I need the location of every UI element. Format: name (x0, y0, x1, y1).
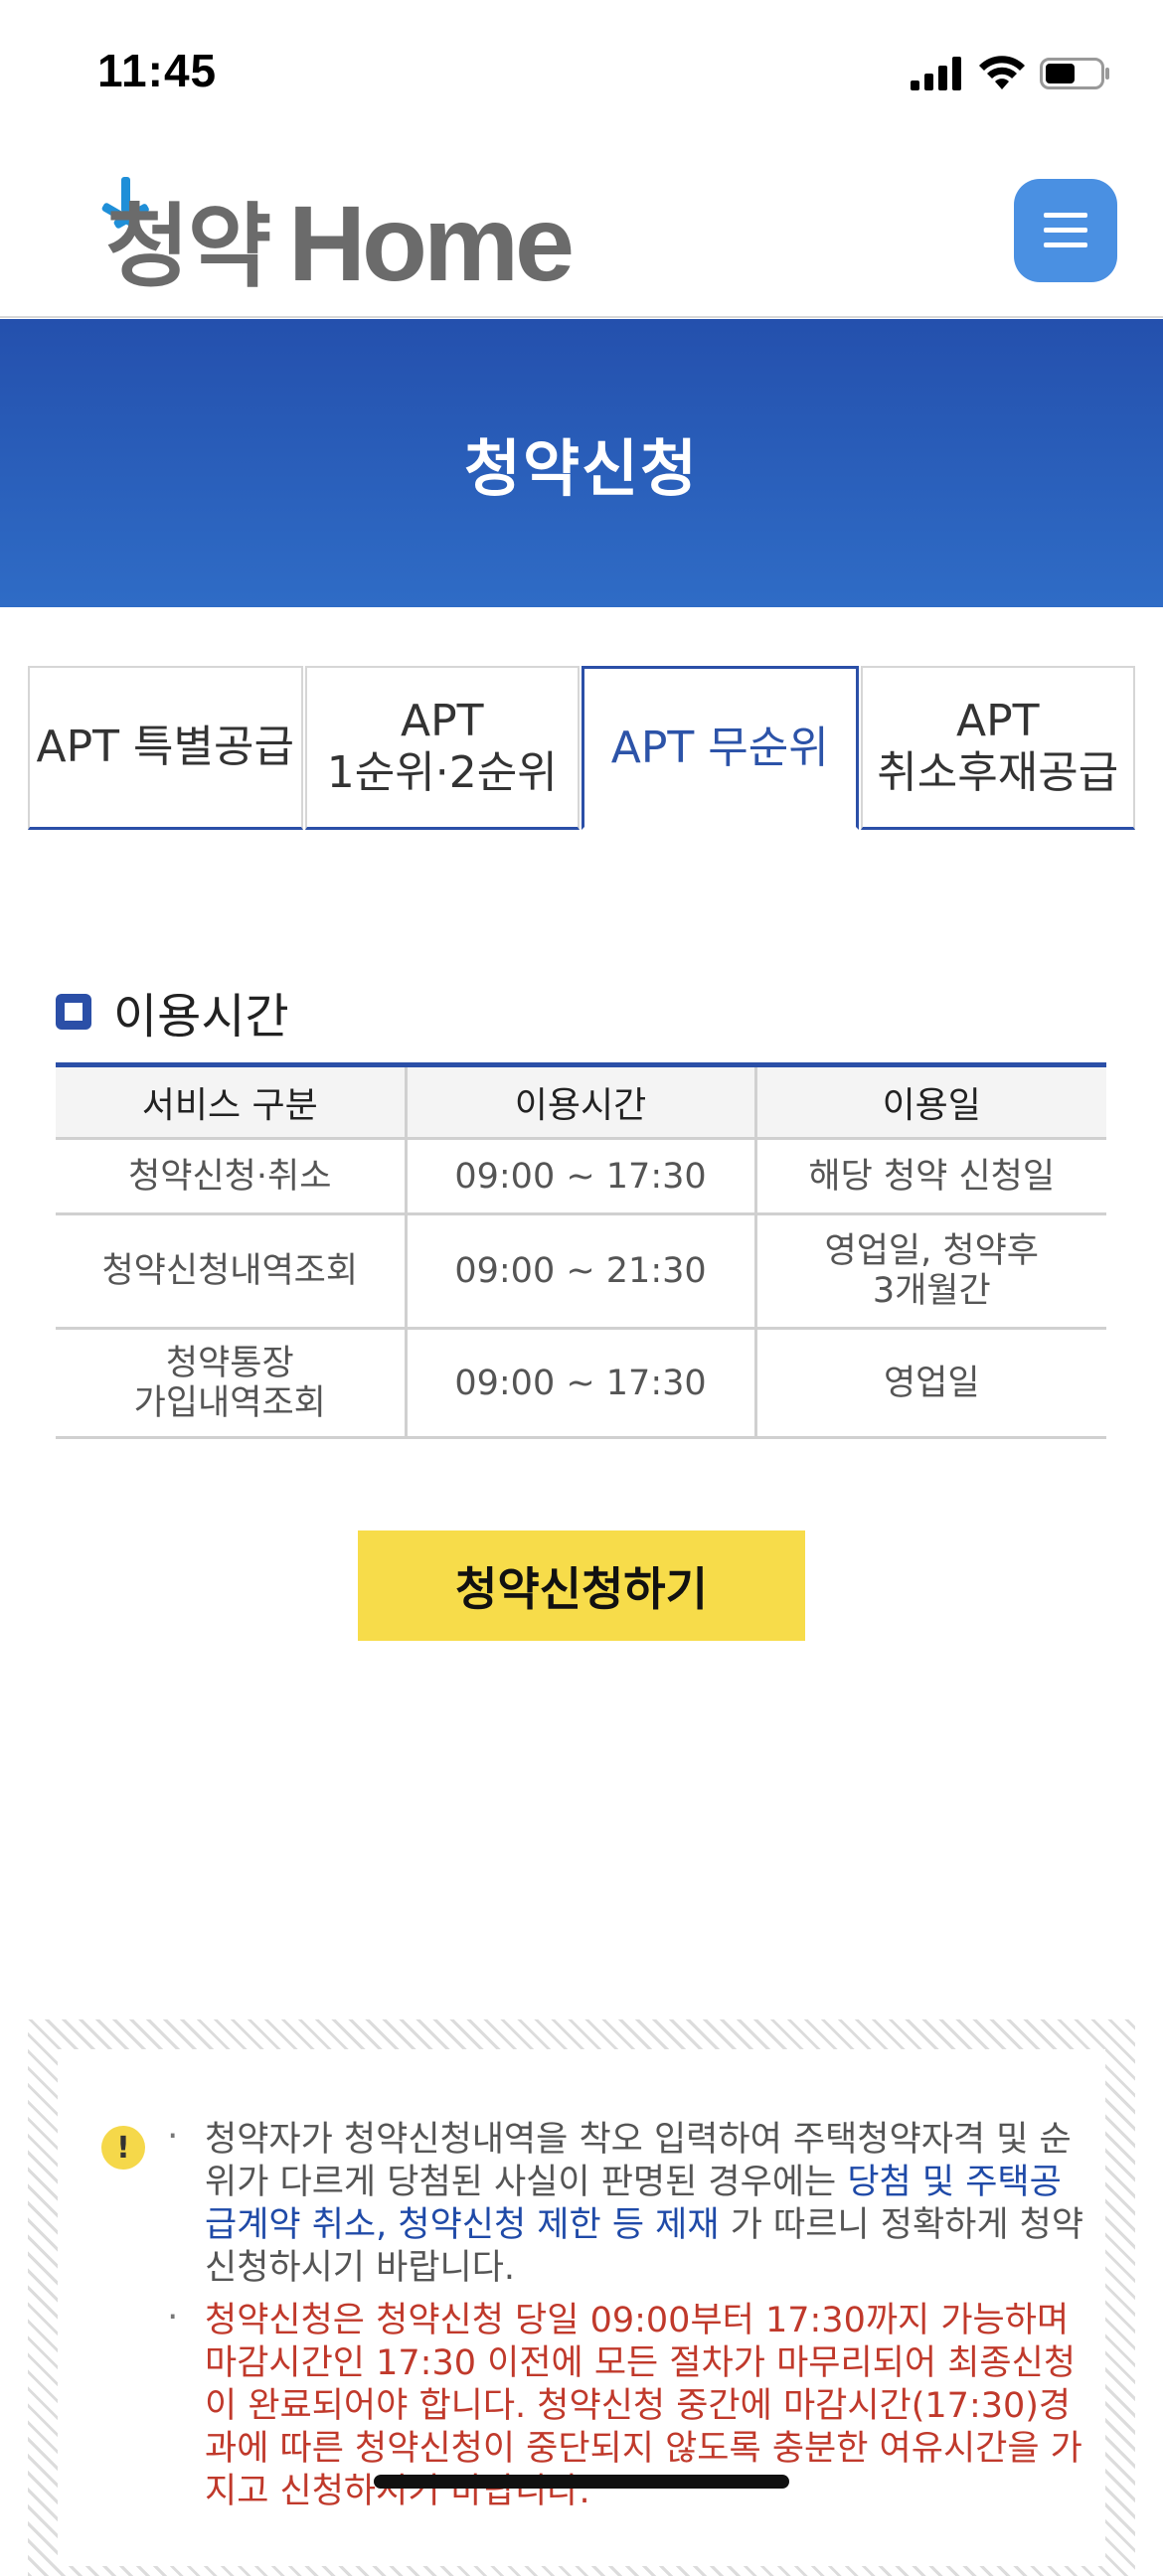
cellular-signal-icon (911, 57, 961, 90)
table-header-row: 서비스 구분 이용시간 이용일 (56, 1064, 1106, 1140)
section-heading: 이용시간 (56, 982, 289, 1045)
status-icons (911, 52, 1111, 95)
table-cell: 영업일, 청약후 3개월간 (755, 1213, 1106, 1330)
tab-apt-no-rank[interactable]: APT 무순위 (582, 666, 859, 830)
table-cell: 청약신청·취소 (56, 1138, 408, 1215)
site-header: 청약 Home (0, 139, 1163, 318)
table-row: 청약통장 가입내역조회 09:00 ~ 17:30 영업일 (56, 1328, 1106, 1439)
notice-item: 청약자가 청약신청내역을 착오 입력하여 주택청약자격 및 순위가 다르게 당첨… (167, 2115, 1091, 2290)
table-row: 청약신청내역조회 09:00 ~ 21:30 영업일, 청약후 3개월간 (56, 1213, 1106, 1330)
svg-text:청약: 청약 (105, 194, 270, 298)
svg-text:Home: Home (288, 183, 572, 298)
hamburger-menu-icon (1044, 213, 1087, 248)
site-logo[interactable]: 청약 Home (99, 169, 616, 298)
tab-apt-first-second-rank[interactable]: APT 1순위·2순위 (304, 666, 580, 830)
menu-button[interactable] (1014, 179, 1117, 282)
battery-icon (1040, 58, 1109, 89)
table-cell: 09:00 ~ 21:30 (406, 1213, 757, 1330)
square-bullet-icon (56, 994, 91, 1030)
table-cell: 해당 청약 신청일 (755, 1138, 1106, 1215)
page-title: 청약신청 (463, 432, 700, 505)
wifi-icon (979, 56, 1025, 89)
column-header: 이용일 (755, 1064, 1106, 1140)
usage-time-table: 서비스 구분 이용시간 이용일 청약신청·취소 09:00 ~ 17:30 해당… (56, 1062, 1106, 1439)
table-cell: 09:00 ~ 17:30 (406, 1328, 757, 1439)
notice-box: ! 청약자가 청약신청내역을 착오 입력하여 주택청약자격 및 순위가 다르게 … (28, 2019, 1135, 2576)
column-header: 이용시간 (406, 1064, 757, 1140)
tab-apt-resupply[interactable]: APT 취소후재공급 (860, 666, 1135, 830)
apply-subscription-button[interactable]: 청약신청하기 (358, 1530, 805, 1641)
table-cell: 청약신청내역조회 (56, 1213, 408, 1330)
exclamation-icon: ! (101, 2126, 145, 2170)
section-title: 이용시간 (113, 989, 289, 1045)
page-banner: 청약신청 (0, 319, 1163, 607)
table-row: 청약신청·취소 09:00 ~ 17:30 해당 청약 신청일 (56, 1138, 1106, 1215)
home-indicator[interactable] (374, 2475, 789, 2489)
table-cell: 09:00 ~ 17:30 (406, 1138, 757, 1215)
status-bar: 11:45 (0, 0, 1163, 139)
table-cell: 영업일 (755, 1328, 1106, 1439)
status-time: 11:45 (97, 45, 218, 96)
notice-content: ! 청약자가 청약신청내역을 착오 입력하여 주택청약자격 및 순위가 다르게 … (58, 2049, 1105, 2566)
tab-apt-special-supply[interactable]: APT 특별공급 (28, 666, 303, 830)
column-header: 서비스 구분 (56, 1064, 408, 1140)
table-cell: 청약통장 가입내역조회 (56, 1328, 408, 1439)
notice-list: 청약자가 청약신청내역을 착오 입력하여 주택청약자격 및 순위가 다르게 당첨… (167, 2115, 1091, 2513)
tab-bar: APT 특별공급 APT 1순위·2순위 APT 무순위 APT 취소후재공급 (28, 666, 1135, 830)
